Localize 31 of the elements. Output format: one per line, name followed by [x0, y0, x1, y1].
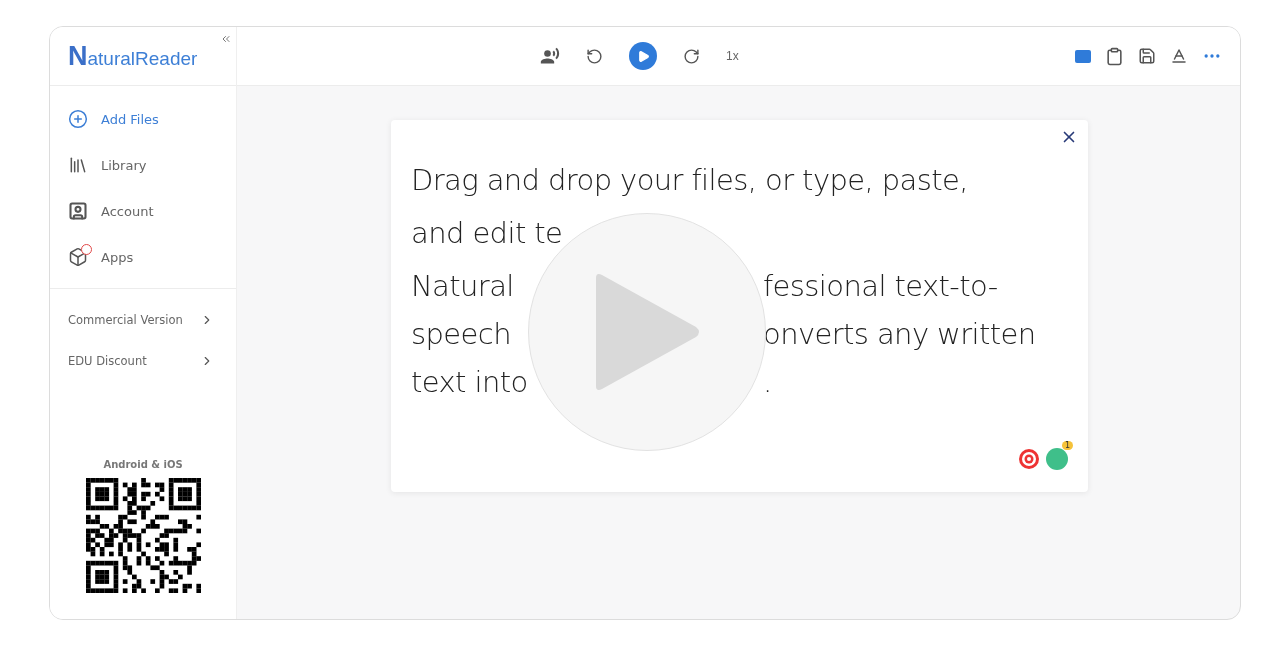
- sidebar-item[interactable]: Add Files: [50, 98, 236, 140]
- text-line: onverts any written: [763, 317, 1036, 351]
- speed-button[interactable]: 1x: [726, 49, 739, 63]
- play-button[interactable]: [629, 42, 657, 70]
- play-icon: [636, 49, 650, 63]
- sidebar-link[interactable]: EDU Discount: [50, 340, 236, 381]
- logo[interactable]: NaturalReader: [68, 40, 198, 72]
- collapse-button[interactable]: [220, 33, 232, 45]
- text-line: Drag and drop your files, or type, paste,: [411, 163, 968, 197]
- text-style-icon[interactable]: [1170, 47, 1188, 65]
- sidebar-item[interactable]: Apps: [50, 236, 236, 278]
- sidebar-item[interactable]: Account: [50, 190, 236, 232]
- rewind-icon[interactable]: [586, 47, 603, 65]
- notification-badge: 1: [1061, 441, 1073, 450]
- text-line: fessional text-to-: [763, 269, 998, 303]
- forward-icon[interactable]: [683, 47, 700, 65]
- sidebar-item[interactable]: Library: [50, 144, 236, 186]
- clipboard-icon[interactable]: [1105, 46, 1124, 66]
- library-icon: [68, 155, 88, 175]
- target-icon[interactable]: [1018, 448, 1040, 470]
- add-icon: [68, 109, 88, 129]
- voice-icon[interactable]: [540, 46, 560, 66]
- text-line: .: [763, 365, 772, 399]
- sidebar-link[interactable]: Commercial Version: [50, 299, 236, 340]
- account-icon: [68, 201, 88, 221]
- text-line: and edit te: [411, 216, 563, 250]
- qr-caption: Android & iOS: [103, 459, 183, 470]
- text-line: Natural: [411, 269, 514, 303]
- text-line: text into: [411, 365, 528, 399]
- save-icon[interactable]: [1138, 47, 1156, 65]
- text-line: speech: [411, 317, 511, 351]
